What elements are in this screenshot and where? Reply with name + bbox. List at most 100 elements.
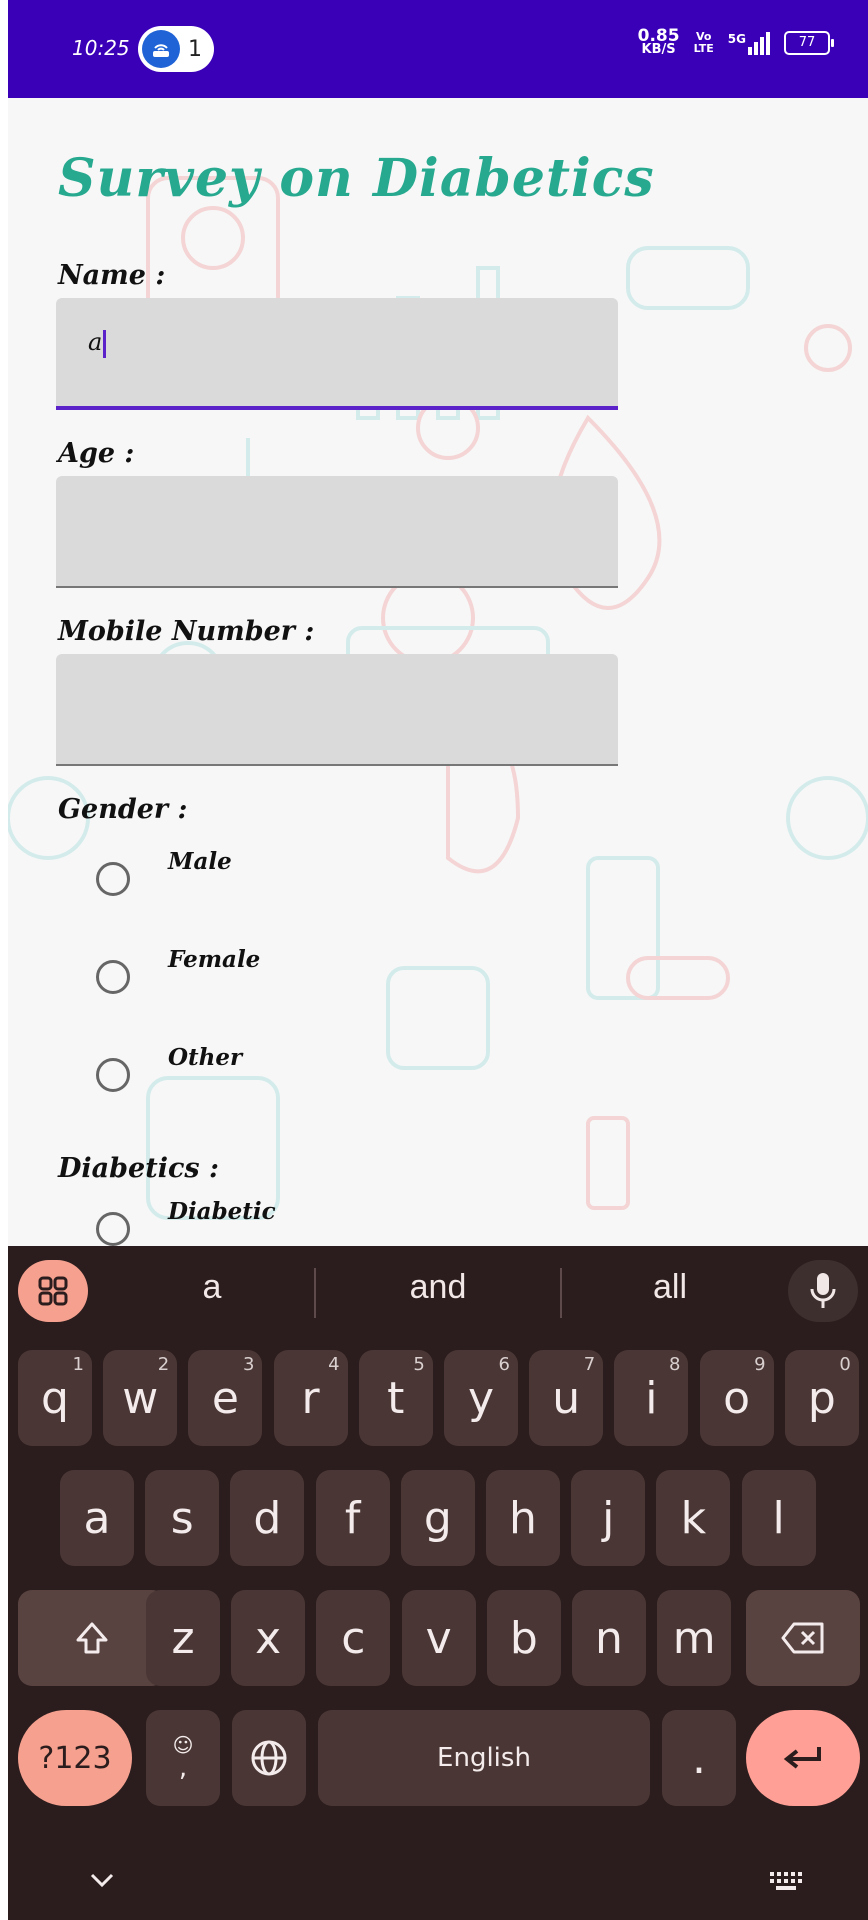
key-s[interactable]: s bbox=[145, 1470, 220, 1566]
key-label: n bbox=[595, 1612, 623, 1664]
age-input[interactable] bbox=[56, 476, 618, 588]
key-e[interactable]: e3 bbox=[188, 1350, 263, 1446]
key-label: v bbox=[425, 1612, 452, 1664]
battery-level: 77 bbox=[798, 35, 816, 50]
key-label: d bbox=[253, 1492, 282, 1544]
key-label: m bbox=[672, 1612, 716, 1664]
key-p[interactable]: p0 bbox=[784, 1350, 859, 1446]
name-input[interactable]: a bbox=[56, 298, 618, 410]
radio-diabetic[interactable]: Diabetic bbox=[96, 1198, 276, 1246]
key-h[interactable]: h bbox=[486, 1470, 560, 1566]
name-input-value: a bbox=[88, 328, 107, 358]
key-f[interactable]: f bbox=[315, 1470, 390, 1566]
shift-key[interactable] bbox=[18, 1590, 166, 1686]
key-n[interactable]: n bbox=[572, 1590, 646, 1686]
key-hint: 7 bbox=[583, 1354, 596, 1375]
key-d[interactable]: d bbox=[230, 1470, 305, 1566]
mobile-label: Mobile Number : bbox=[58, 616, 315, 647]
language-key[interactable] bbox=[232, 1710, 306, 1806]
radio-label-diabetic: Diabetic bbox=[168, 1198, 276, 1225]
key-b[interactable]: b bbox=[486, 1590, 561, 1686]
chevron-down-icon[interactable] bbox=[88, 1870, 116, 1890]
status-bar: 10:25 1 0.85 KB/S Vo LTE 5G 77 bbox=[8, 0, 868, 98]
signal-icon: 5G bbox=[728, 31, 770, 55]
key-label: t bbox=[387, 1372, 405, 1424]
key-label: y bbox=[467, 1372, 495, 1424]
key-m[interactable]: m bbox=[657, 1590, 732, 1686]
status-indicators: 0.85 KB/S Vo LTE 5G 77 bbox=[638, 28, 834, 57]
emoji-comma-key[interactable]: ☺ , bbox=[146, 1710, 220, 1806]
key-q[interactable]: q1 bbox=[18, 1350, 92, 1446]
key-a[interactable]: a bbox=[60, 1470, 134, 1566]
key-label: l bbox=[772, 1492, 785, 1544]
net-speed: 0.85 KB/S bbox=[638, 28, 680, 57]
radio-label-other: Other bbox=[168, 1044, 243, 1071]
key-t[interactable]: t5 bbox=[358, 1350, 433, 1446]
radio-female[interactable]: Female bbox=[96, 946, 260, 994]
text-caret bbox=[103, 329, 107, 358]
key-hint: 3 bbox=[242, 1354, 255, 1375]
radio-button[interactable] bbox=[96, 862, 130, 896]
key-l[interactable]: l bbox=[741, 1470, 816, 1566]
mobile-input[interactable] bbox=[56, 654, 618, 766]
enter-key[interactable] bbox=[746, 1710, 860, 1806]
radio-button[interactable] bbox=[96, 1212, 130, 1246]
hotspot-icon bbox=[142, 30, 180, 68]
grid-icon bbox=[38, 1276, 68, 1306]
key-w[interactable]: w2 bbox=[103, 1350, 178, 1446]
key-label: u bbox=[552, 1372, 581, 1424]
key-label: s bbox=[170, 1492, 194, 1544]
status-time: 10:25 bbox=[72, 36, 130, 60]
diabetics-label: Diabetics : bbox=[58, 1153, 219, 1184]
key-label: w bbox=[122, 1372, 159, 1424]
key-v[interactable]: v bbox=[401, 1590, 476, 1686]
volte-bottom: LTE bbox=[693, 42, 714, 55]
suggestion-divider bbox=[560, 1268, 562, 1318]
radio-button[interactable] bbox=[96, 960, 130, 994]
key-z[interactable]: z bbox=[146, 1590, 220, 1686]
key-label: o bbox=[723, 1372, 751, 1424]
microphone-icon bbox=[810, 1273, 836, 1308]
space-key[interactable]: English bbox=[318, 1710, 650, 1806]
key-hint: 1 bbox=[72, 1354, 84, 1375]
key-label: f bbox=[344, 1492, 361, 1544]
phone-screen: 10:25 1 0.85 KB/S Vo LTE 5G 77 Survey on… bbox=[8, 0, 868, 1920]
key-j[interactable]: j bbox=[571, 1470, 646, 1566]
survey-form: Survey on Diabetics Name : a Age : Mobil… bbox=[8, 98, 868, 1246]
radio-male[interactable]: Male bbox=[96, 848, 232, 896]
suggestion-1[interactable]: a bbox=[112, 1268, 312, 1307]
backspace-key[interactable] bbox=[746, 1590, 860, 1686]
key-label: b bbox=[509, 1612, 538, 1664]
key-o[interactable]: o9 bbox=[699, 1350, 774, 1446]
globe-icon bbox=[251, 1740, 287, 1776]
soft-keyboard: a and all q1w2e3r4t5y6u7i8o9p0 asdfghjkl bbox=[8, 1246, 868, 1920]
suggestion-3[interactable]: all bbox=[570, 1268, 770, 1307]
key-label: p bbox=[807, 1372, 836, 1424]
radio-button[interactable] bbox=[96, 1058, 130, 1092]
key-k[interactable]: k bbox=[656, 1470, 731, 1566]
key-label: x bbox=[255, 1612, 282, 1664]
key-c[interactable]: c bbox=[316, 1590, 391, 1686]
emoji-icon: ☺ bbox=[172, 1733, 194, 1757]
key-g[interactable]: g bbox=[400, 1470, 475, 1566]
voice-input-button[interactable] bbox=[788, 1260, 858, 1322]
symbols-key[interactable]: ?123 bbox=[18, 1710, 132, 1806]
radio-other[interactable]: Other bbox=[96, 1044, 242, 1092]
key-label: z bbox=[171, 1612, 195, 1664]
key-label: i bbox=[645, 1372, 658, 1424]
keyboard-apps-button[interactable] bbox=[18, 1260, 88, 1322]
enter-icon bbox=[783, 1747, 821, 1769]
key-hint: 5 bbox=[413, 1354, 425, 1375]
key-y[interactable]: y6 bbox=[444, 1350, 518, 1446]
hotspot-pill[interactable]: 1 bbox=[138, 26, 214, 72]
key-r[interactable]: r4 bbox=[273, 1350, 348, 1446]
radio-label-male: Male bbox=[168, 848, 232, 875]
suggestion-2[interactable]: and bbox=[338, 1268, 538, 1307]
key-label: g bbox=[423, 1492, 452, 1544]
keyboard-switch-icon[interactable] bbox=[768, 1870, 804, 1892]
key-i[interactable]: i8 bbox=[614, 1350, 689, 1446]
key-x[interactable]: x bbox=[231, 1590, 306, 1686]
key-u[interactable]: u7 bbox=[529, 1350, 604, 1446]
gender-label: Gender : bbox=[58, 794, 188, 825]
period-key[interactable]: . bbox=[662, 1710, 736, 1806]
